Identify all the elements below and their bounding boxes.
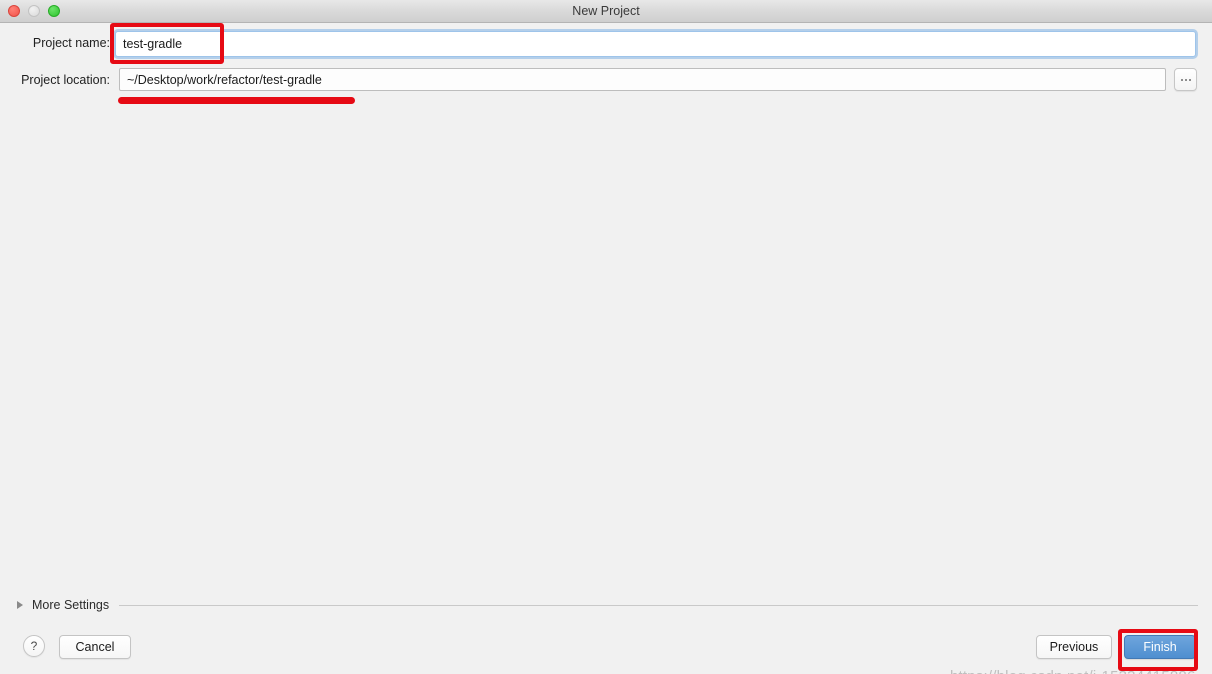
new-project-dialog: New Project Project name: Project locati… xyxy=(0,0,1212,674)
project-name-label: Project name: xyxy=(32,36,110,50)
browse-location-button[interactable] xyxy=(1174,68,1197,91)
ellipsis-icon xyxy=(1180,78,1183,81)
window-title: New Project xyxy=(572,4,640,18)
watermark-text: https://blog.csdn.net/j-15334415886 xyxy=(950,668,1196,674)
more-settings-label: More Settings xyxy=(32,598,110,612)
project-location-input[interactable] xyxy=(119,68,1166,91)
finish-button[interactable]: Finish xyxy=(1124,635,1196,659)
previous-button[interactable]: Previous xyxy=(1036,635,1112,659)
ellipsis-icon xyxy=(1188,78,1191,81)
title-bar: New Project xyxy=(0,0,1212,23)
help-button[interactable]: ? xyxy=(23,635,45,657)
project-name-input[interactable] xyxy=(115,31,1196,57)
more-settings-section[interactable]: More Settings xyxy=(0,595,1212,615)
section-divider xyxy=(119,604,1198,606)
ellipsis-icon xyxy=(1184,78,1187,81)
project-location-label: Project location: xyxy=(21,73,110,87)
cancel-button[interactable]: Cancel xyxy=(59,635,131,659)
chevron-right-icon[interactable] xyxy=(17,601,23,609)
dialog-body: Project name: Project location: More Set… xyxy=(0,23,1212,674)
